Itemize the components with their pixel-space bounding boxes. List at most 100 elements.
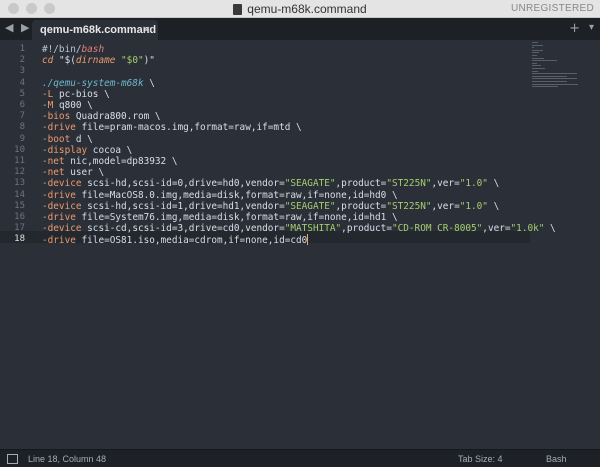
minimap[interactable] — [532, 40, 580, 120]
document-icon — [233, 4, 243, 15]
code-token: file=System76.img,media=disk,format=raw,… — [75, 212, 398, 223]
tab-size-selector[interactable]: Tab Size: 4 — [458, 454, 503, 464]
code-line[interactable]: -drive file=System76.img,media=disk,form… — [42, 212, 398, 223]
code-token: \ — [143, 77, 155, 89]
code-token: file=pram-macos.img,format=raw,if=mtd \ — [75, 122, 302, 134]
code-token: cd — [42, 55, 59, 67]
code-token: \ — [487, 200, 500, 212]
code-token: ,ver= — [482, 223, 511, 235]
code-line[interactable]: -drive file=pram-macos.img,format=raw,if… — [42, 122, 302, 133]
minimap-line — [532, 44, 543, 46]
code-token: dirname — [75, 55, 116, 67]
code-line[interactable]: -net user \ — [42, 167, 104, 178]
code-token: scsi-hd,scsi-id=1,drive=hd1,vendor= — [81, 200, 285, 212]
tab-qemu-m68k[interactable]: qemu-m68k.command × — [32, 20, 158, 40]
code-token: cocoa \ — [87, 144, 133, 156]
tab-list-chevron-down-icon[interactable]: ▾ — [589, 22, 594, 33]
code-token: -L — [42, 88, 54, 100]
code-line[interactable]: -boot d \ — [42, 134, 93, 145]
code-token: ./qemu-system-m68k — [42, 77, 144, 89]
code-line[interactable]: -drive file=OS81.iso,media=cdrom,if=none… — [42, 234, 309, 247]
code-line[interactable]: -bios Quadra800.rom \ — [42, 111, 161, 122]
code-token: scsi-hd,scsi-id=0,drive=hd0,vendor= — [81, 178, 285, 190]
code-token: -drive — [42, 189, 76, 201]
minimap-line — [532, 47, 534, 49]
code-line[interactable]: -display cocoa \ — [42, 145, 132, 156]
line-number: 12 — [14, 167, 25, 178]
code-token: -display — [42, 144, 88, 156]
minimap-line — [532, 42, 539, 43]
panel-toggle-icon[interactable] — [7, 454, 18, 464]
line-number: 16 — [14, 212, 25, 222]
minimap-line — [532, 78, 577, 80]
code-token: #!/bin/ — [42, 44, 82, 55]
new-tab-plus-icon[interactable]: + — [569, 21, 580, 36]
line-number: 13 — [14, 178, 25, 189]
code-token: scsi-cd,scsi-id=3,drive=cd0,vendor= — [81, 223, 285, 235]
status-bar: Line 18, Column 48 Tab Size: 4 Bash — [0, 449, 600, 467]
code-token: "1.0" — [459, 178, 488, 190]
code-line[interactable]: cd "$(dirname "$0")" — [42, 55, 155, 66]
code-token: Quadra800.rom \ — [70, 111, 161, 123]
code-token: ,product= — [335, 178, 387, 190]
line-number: 14 — [14, 189, 25, 200]
code-token: "ST225N" — [386, 178, 432, 190]
line-number: 11 — [14, 156, 25, 166]
code-token: \ — [544, 223, 556, 235]
close-tab-icon[interactable]: × — [142, 23, 151, 36]
code-line[interactable]: -drive file=MacOS8.0.img,media=disk,form… — [42, 190, 398, 201]
tab-label: qemu-m68k.command — [40, 24, 157, 36]
code-line[interactable]: -device scsi-hd,scsi-id=0,drive=hd0,vend… — [42, 178, 499, 189]
code-token: -drive — [42, 122, 76, 134]
minimap-line — [532, 49, 543, 51]
line-number: 7 — [19, 111, 25, 122]
line-number: 10 — [14, 144, 25, 155]
tab-nav-arrows-icon[interactable]: ◀ ▶ — [5, 21, 31, 34]
code-token: pc-bios \ — [53, 88, 110, 100]
code-token: -net — [42, 167, 65, 179]
minimap-line — [532, 75, 567, 77]
code-token: -boot — [42, 133, 71, 145]
code-line[interactable]: -device scsi-hd,scsi-id=1,drive=hd1,vend… — [42, 201, 499, 212]
code-token: ,ver= — [431, 178, 460, 190]
line-number: 9 — [19, 133, 25, 144]
code-token: -net — [42, 156, 65, 167]
line-number: 2 — [19, 55, 25, 66]
code-token: nic,model=dp83932 \ — [64, 156, 178, 167]
syntax-selector[interactable]: Bash — [546, 454, 567, 464]
tab-bar: ◀ ▶ qemu-m68k.command × + ▾ — [0, 18, 600, 40]
line-number: 15 — [14, 200, 25, 211]
code-line[interactable]: #!/bin/bash — [42, 44, 104, 55]
code-line[interactable]: -device scsi-cd,scsi-id=3,drive=cd0,vend… — [42, 223, 556, 234]
line-number-gutter: 1 2 3 4 5 6 7 8 9 10 11 12 13 14 15 16 17 18 — [0, 40, 30, 450]
minimap-line — [532, 86, 558, 88]
line-number: 5 — [19, 88, 25, 99]
title-bar: qemu-m68k.command UNREGISTERED — [0, 0, 600, 18]
code-token: file=MacOS8.0.img,media=disk,format=raw,… — [75, 189, 398, 201]
code-line[interactable]: -net nic,model=dp83932 \ — [42, 156, 177, 167]
code-line[interactable]: -L pc-bios \ — [42, 89, 110, 100]
unregistered-label: UNREGISTERED — [510, 3, 594, 14]
minimap-line — [532, 70, 539, 72]
editor-window: qemu-m68k.command UNREGISTERED ◀ ▶ qemu-… — [0, 0, 600, 467]
code-token: ,product= — [335, 200, 387, 212]
code-line[interactable]: ./qemu-system-m68k \ — [42, 78, 155, 89]
code-token: -drive — [42, 235, 76, 247]
minimap-line — [532, 55, 537, 56]
code-line[interactable]: -M q800 \ — [42, 100, 93, 111]
minimap-line — [532, 62, 537, 64]
code-token: "$0" — [115, 55, 144, 67]
code-editor[interactable]: 1 2 3 4 5 6 7 8 9 10 11 12 13 14 15 16 17 18 #!/bin/bash c… — [0, 40, 600, 450]
code-token: "CD-ROM CR-8005" — [391, 223, 483, 235]
code-token: "SEAGATE" — [284, 200, 336, 212]
code-token: ,ver= — [431, 200, 460, 212]
code-token: q800 \ — [53, 100, 93, 111]
code-token: user \ — [64, 167, 105, 179]
minimap-line — [532, 60, 558, 62]
line-number: 8 — [19, 122, 25, 133]
code-token: "1.0k" — [510, 223, 545, 235]
cursor-position: Line 18, Column 48 — [28, 454, 107, 464]
code-token: "ST225N" — [386, 200, 432, 212]
line-number: 1 — [19, 44, 25, 54]
code-token: file=OS81.iso,media=cdrom,if=none,id=cd0 — [75, 235, 308, 247]
